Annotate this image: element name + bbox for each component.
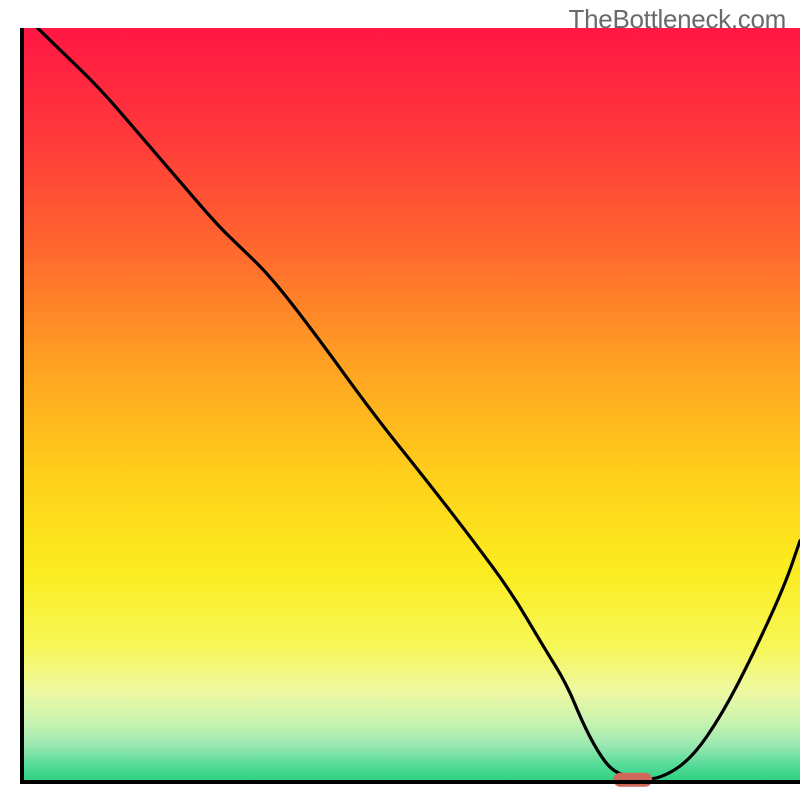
watermark-text: TheBottleneck.com	[569, 4, 786, 35]
chart-svg	[0, 0, 800, 800]
plot-background	[22, 28, 800, 782]
bottleneck-chart: TheBottleneck.com	[0, 0, 800, 800]
optimal-marker	[613, 773, 652, 787]
